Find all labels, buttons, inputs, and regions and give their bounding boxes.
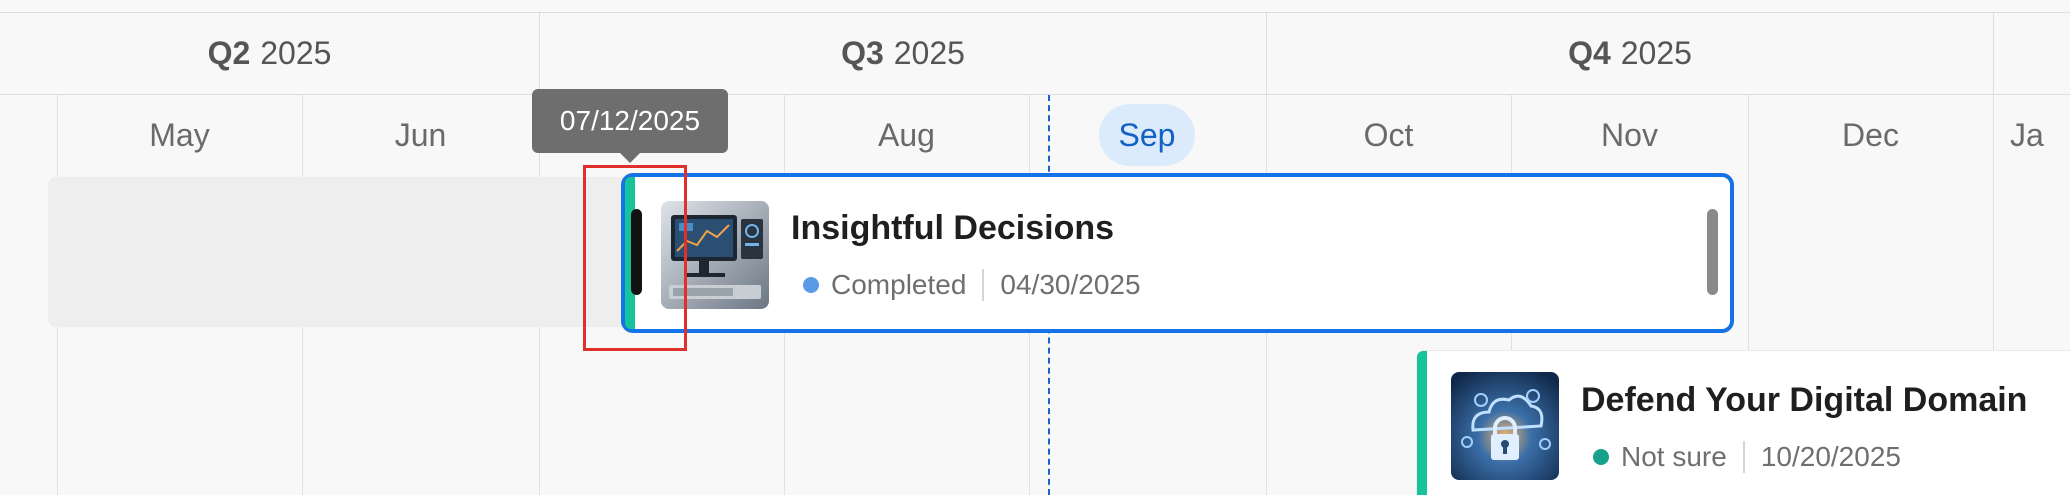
card-date: 04/30/2025 bbox=[1000, 269, 1141, 300]
quarter-header-row: Q2 2025 Q3 2025 Q4 2025 bbox=[0, 13, 2070, 95]
timeline-card-insightful-decisions[interactable]: Insightful Decisions Completed 04/30/202… bbox=[621, 173, 1734, 333]
month-aug: Aug bbox=[878, 116, 935, 153]
timeline-card-defend-your-digital-domain[interactable]: Defend Your Digital Domain Not sure 10/2… bbox=[1417, 351, 2070, 495]
status-dot bbox=[1593, 449, 1609, 465]
card-meta: Not sure 10/20/2025 bbox=[1593, 441, 1901, 473]
quarter-q3: Q3 2025 bbox=[540, 13, 1266, 94]
month-nov: Nov bbox=[1601, 116, 1658, 153]
month-oct: Oct bbox=[1363, 116, 1414, 153]
date-tooltip: 07/12/2025 bbox=[532, 89, 728, 153]
resize-handle-right[interactable] bbox=[1707, 209, 1718, 295]
month-jun: Jun bbox=[394, 116, 447, 153]
month-dec: Dec bbox=[1842, 116, 1899, 153]
quarter-name: Q3 bbox=[841, 35, 884, 71]
quarter-q2: Q2 2025 bbox=[0, 13, 539, 94]
card-title[interactable]: Insightful Decisions bbox=[791, 209, 1114, 248]
quarter-year: 2025 bbox=[1620, 35, 1692, 71]
status-label: Completed bbox=[831, 269, 967, 300]
month-header-row: May Jun Jul Aug Oct Nov Dec Ja bbox=[0, 95, 2070, 175]
card-date: 10/20/2025 bbox=[1760, 441, 1901, 472]
card-title[interactable]: Defend Your Digital Domain bbox=[1581, 381, 2027, 420]
quarter-year: 2025 bbox=[260, 35, 332, 71]
quarter-year: 2025 bbox=[893, 35, 965, 71]
cloud-security-image bbox=[1451, 372, 1559, 480]
quarter-name: Q4 bbox=[1568, 35, 1611, 71]
highlight-annotation-box bbox=[583, 165, 687, 351]
quarter-divider bbox=[1266, 13, 1267, 94]
quarter-divider bbox=[539, 13, 540, 94]
meta-separator bbox=[982, 269, 985, 301]
card-accent-bar bbox=[1417, 351, 1427, 495]
current-month-sep: Sep bbox=[1099, 104, 1195, 166]
quarter-divider bbox=[1993, 13, 1994, 94]
quarter-q4: Q4 2025 bbox=[1267, 13, 1993, 94]
month-jan-partial: Ja bbox=[2010, 116, 2044, 153]
tooltip-pointer bbox=[620, 153, 640, 163]
month-may: May bbox=[149, 116, 210, 153]
timeline-view: Q2 2025 Q3 2025 Q4 2025 May Jun Jul Aug … bbox=[0, 0, 2070, 495]
status-label: Not sure bbox=[1621, 441, 1727, 472]
meta-separator bbox=[1742, 441, 1745, 473]
card-meta: Completed 04/30/2025 bbox=[803, 269, 1141, 301]
status-dot bbox=[803, 277, 819, 293]
lane-background bbox=[48, 177, 634, 327]
quarter-name: Q2 bbox=[207, 35, 251, 71]
